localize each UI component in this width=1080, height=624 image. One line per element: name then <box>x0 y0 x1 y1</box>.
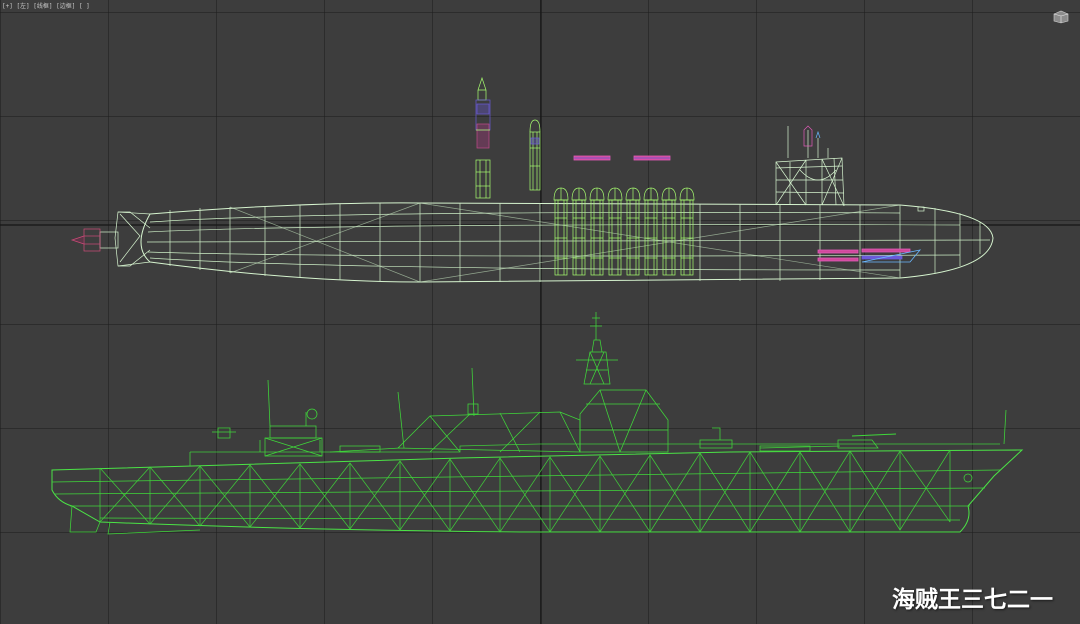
submarine-missile-tubes <box>553 187 695 276</box>
viewport-label[interactable]: [+] [左] [线框] [边框] [ ] <box>2 1 90 10</box>
viewcube-icon[interactable] <box>1052 10 1070 24</box>
torpedoes-display <box>573 155 671 161</box>
viewport[interactable]: [+] [左] [线框] [边框] [ ] 海贼王三七二一 <box>0 0 1080 624</box>
ballistic-missile-large <box>475 76 491 199</box>
submarine-tail <box>70 211 151 267</box>
watermark-text: 海贼王三七二一 <box>892 587 1053 613</box>
submarine-sail <box>775 125 845 207</box>
scene-canvas[interactable] <box>0 0 1080 624</box>
destroyer-mid-superstructure <box>397 411 581 453</box>
destroyer-wireframe[interactable] <box>51 312 1024 535</box>
ballistic-missile-small <box>529 119 541 191</box>
